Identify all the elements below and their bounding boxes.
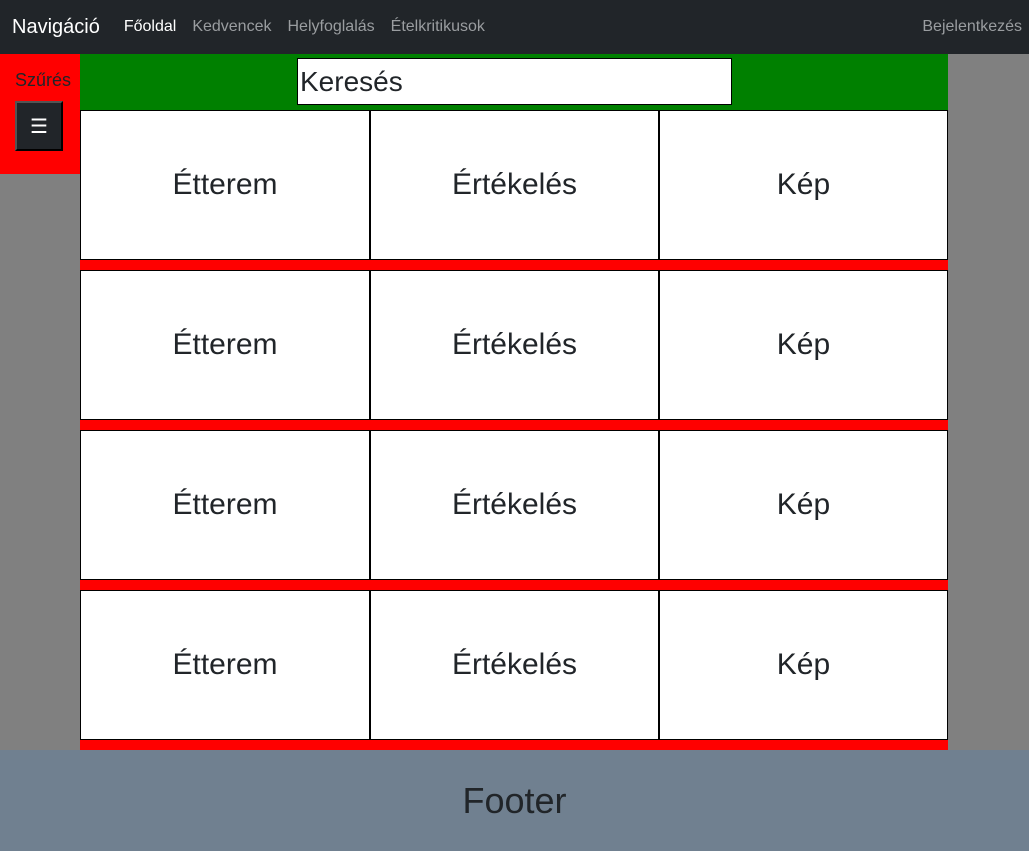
nav-link-etelkritikusok[interactable]: Ételkritikusok [391, 18, 485, 36]
footer-text: Footer [462, 779, 567, 821]
image-cell[interactable]: Kép [659, 590, 948, 740]
nav-links: Főoldal Kedvencek Helyfoglalás Ételkriti… [124, 18, 501, 36]
navbar-brand[interactable]: Navigáció [12, 16, 100, 39]
rating-cell[interactable]: Értékelés [370, 590, 659, 740]
restaurant-cell[interactable]: Étterem [80, 270, 370, 420]
restaurant-cell[interactable]: Étterem [80, 110, 370, 260]
restaurant-grid: Étterem Értékelés Kép Étterem Értékelés … [80, 110, 948, 750]
nav-link-kedvencek[interactable]: Kedvencek [192, 18, 271, 36]
hamburger-icon: ☰ [30, 115, 48, 138]
navbar: Navigáció Főoldal Kedvencek Helyfoglalás… [0, 0, 1029, 54]
table-row: Étterem Értékelés Kép [80, 590, 948, 750]
image-cell[interactable]: Kép [659, 110, 948, 260]
footer: Footer [0, 750, 1029, 851]
search-input[interactable] [297, 58, 732, 105]
table-row: Étterem Értékelés Kép [80, 270, 948, 430]
table-row: Étterem Értékelés Kép [80, 430, 948, 590]
image-cell[interactable]: Kép [659, 270, 948, 420]
rating-cell[interactable]: Értékelés [370, 270, 659, 420]
restaurant-cell[interactable]: Étterem [80, 590, 370, 740]
image-cell[interactable]: Kép [659, 430, 948, 580]
rating-cell[interactable]: Értékelés [370, 110, 659, 260]
nav-link-helyfoglalas[interactable]: Helyfoglalás [287, 18, 374, 36]
restaurant-cell[interactable]: Étterem [80, 430, 370, 580]
nav-link-fooldal[interactable]: Főoldal [124, 18, 176, 36]
login-link[interactable]: Bejelentkezés [922, 18, 1022, 36]
search-bar [80, 54, 948, 110]
filter-toggle-button[interactable]: ☰ [15, 101, 63, 151]
rating-cell[interactable]: Értékelés [370, 430, 659, 580]
filter-panel: Szűrés ☰ [0, 54, 80, 174]
filter-label: Szűrés [15, 70, 72, 90]
table-row: Étterem Értékelés Kép [80, 110, 948, 270]
